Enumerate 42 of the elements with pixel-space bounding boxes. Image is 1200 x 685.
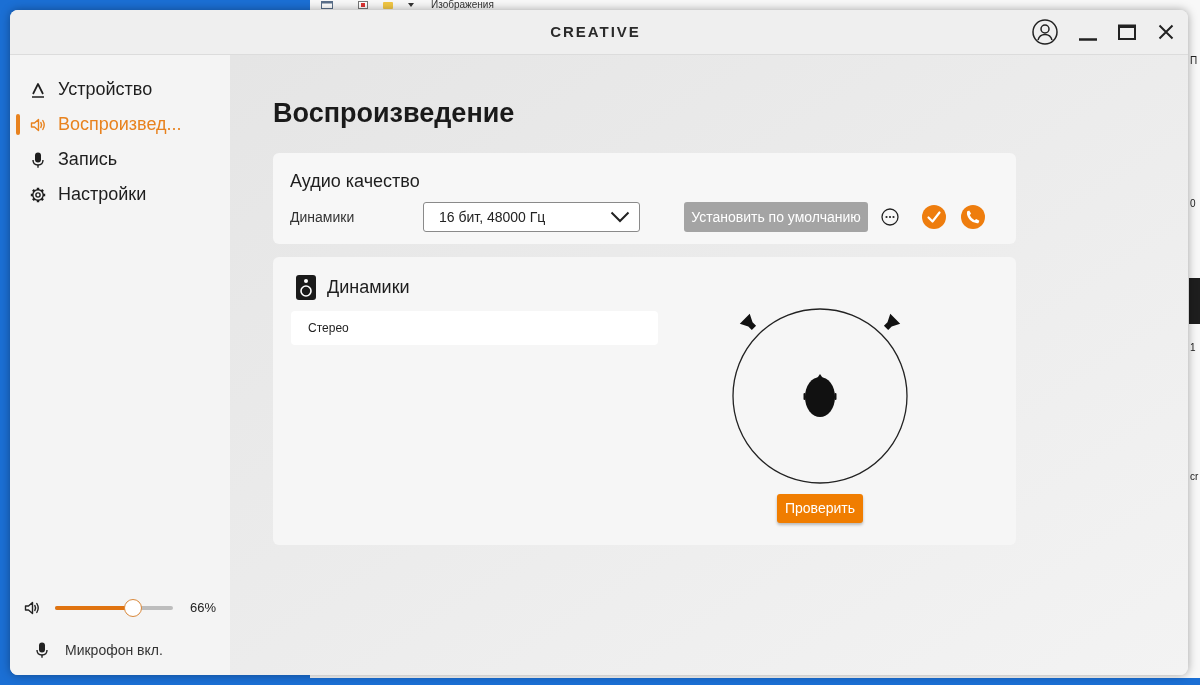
sidebar-item[interactable]: Запись bbox=[10, 142, 230, 177]
window-title: Изображения bbox=[431, 0, 494, 9]
page-title: Воспроизведение bbox=[273, 97, 516, 130]
app-logo: CREATIVE bbox=[550, 21, 641, 42]
chevron-down-icon bbox=[610, 211, 630, 223]
speaker-config-item[interactable]: Стерео bbox=[291, 311, 658, 345]
volume-icon bbox=[24, 600, 40, 616]
sidebar-item[interactable]: Настройки bbox=[10, 177, 230, 212]
triangle-icon bbox=[30, 81, 46, 98]
speaker-marker bbox=[883, 313, 901, 331]
volume-slider[interactable] bbox=[55, 599, 173, 617]
speaker-marker bbox=[739, 313, 757, 331]
text-fragment: П bbox=[1190, 55, 1198, 67]
microphone-toggle[interactable]: Микрофон вкл. bbox=[10, 635, 171, 665]
section-title: Аудио качество bbox=[290, 170, 421, 192]
close-icon bbox=[1158, 24, 1174, 40]
volume-percentage: 66% bbox=[190, 599, 217, 618]
text-fragment: 0 bbox=[1190, 198, 1196, 210]
more-options-icon[interactable] bbox=[881, 208, 899, 226]
speaker-icon bbox=[296, 275, 316, 300]
sidebar-item[interactable]: Устройство bbox=[10, 72, 230, 107]
text-fragment: 1 bbox=[1190, 342, 1196, 354]
selection-indicator bbox=[16, 114, 20, 135]
account-button[interactable] bbox=[1030, 17, 1060, 47]
microphone-icon bbox=[34, 642, 50, 658]
listener-head-icon bbox=[803, 374, 837, 417]
folder-icon bbox=[383, 0, 393, 9]
microphone-icon bbox=[30, 151, 46, 168]
caret-icon bbox=[408, 2, 414, 7]
phone-icon[interactable] bbox=[961, 205, 985, 229]
slider-thumb[interactable] bbox=[123, 599, 142, 617]
minimize-icon bbox=[1079, 37, 1097, 41]
maximize-icon bbox=[1118, 24, 1136, 40]
section-title: Динамики bbox=[327, 276, 410, 299]
checkmark-icon[interactable] bbox=[922, 205, 946, 229]
field-label: Динамики bbox=[290, 207, 356, 227]
settings-icon bbox=[30, 186, 46, 203]
speaker-icon bbox=[30, 116, 46, 133]
text-fragment: cr bbox=[1190, 471, 1199, 483]
user-icon bbox=[1032, 19, 1058, 45]
thumbnail-block bbox=[1189, 278, 1200, 324]
format-dropdown[interactable]: 16 бит, 48000 Гц bbox=[423, 202, 640, 232]
